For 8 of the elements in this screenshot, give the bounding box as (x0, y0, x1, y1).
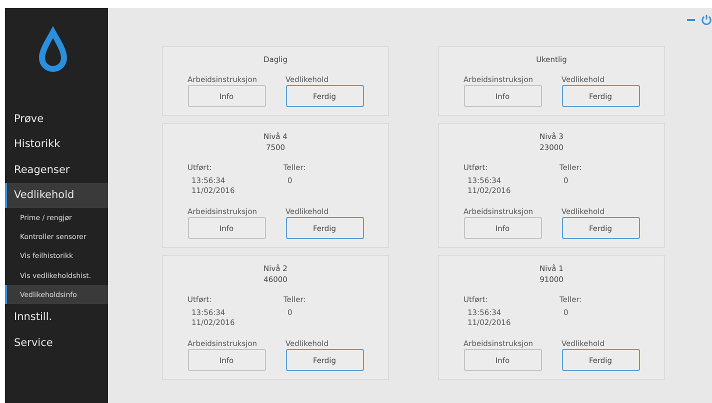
sidebar-item[interactable]: Service (5, 330, 108, 356)
sidebar-item[interactable]: Innstill. (5, 304, 108, 330)
sidebar-item[interactable]: Prøve (5, 106, 108, 132)
sidebar-item[interactable]: Historikk (5, 132, 108, 157)
minimize-icon[interactable] (687, 18, 695, 22)
power-icon[interactable] (701, 14, 712, 25)
sidebar-item[interactable]: Reagenser (5, 157, 108, 182)
sidebar-item[interactable]: Vedlikehold (5, 182, 108, 208)
